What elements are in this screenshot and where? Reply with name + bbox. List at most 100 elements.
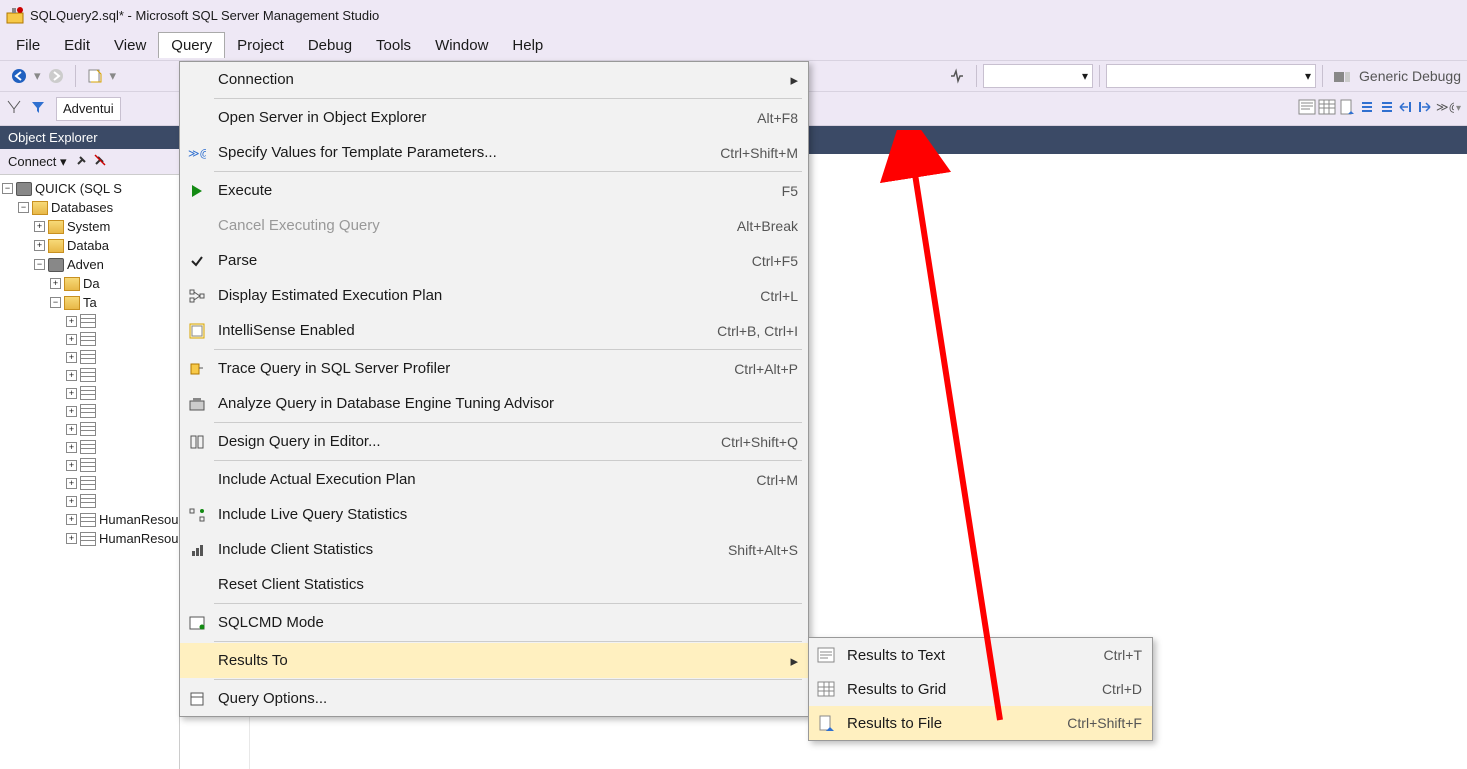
expand-icon[interactable]: + — [50, 278, 61, 289]
menu-item[interactable]: Query Options... — [180, 681, 808, 716]
menu-item-shortcut: Ctrl+Shift+Q — [721, 434, 798, 450]
menu-window[interactable]: Window — [423, 33, 500, 58]
expand-icon[interactable]: − — [34, 259, 45, 270]
expand-icon[interactable]: + — [34, 221, 45, 232]
new-query-button[interactable] — [82, 63, 108, 89]
file-icon — [815, 713, 837, 733]
menu-item[interactable]: Include Client Statistics Shift+Alt+S — [180, 532, 808, 567]
tree-da[interactable]: Da — [83, 276, 100, 291]
blank-icon — [186, 108, 208, 128]
results-file-icon[interactable] — [1338, 99, 1356, 118]
submenu-item[interactable]: Results to File Ctrl+Shift+F — [809, 706, 1152, 740]
connect-plug-icon[interactable] — [75, 153, 89, 170]
menu-debug[interactable]: Debug — [296, 33, 364, 58]
table-icon — [80, 513, 96, 527]
intel-icon — [186, 321, 208, 341]
menu-item[interactable]: Analyze Query in Database Engine Tuning … — [180, 386, 808, 421]
menu-item-label: Cancel Executing Query — [218, 217, 727, 234]
expand-icon[interactable]: + — [66, 370, 77, 381]
tree-server[interactable]: QUICK (SQL S — [35, 181, 122, 196]
specify-params-icon[interactable]: ≫@ — [1436, 99, 1454, 118]
expand-icon[interactable]: + — [66, 406, 77, 417]
expand-icon[interactable]: + — [66, 388, 77, 399]
expand-icon[interactable]: + — [66, 533, 77, 544]
tree-databases[interactable]: Databases — [51, 200, 113, 215]
comment-icon[interactable] — [1360, 99, 1376, 118]
submenu-item-label: Results to Text — [847, 647, 1094, 664]
nav-fwd-button[interactable] — [43, 63, 69, 89]
menu-edit[interactable]: Edit — [52, 33, 102, 58]
menu-item[interactable]: Include Actual Execution Plan Ctrl+M — [180, 462, 808, 497]
menu-item[interactable]: Trace Query in SQL Server Profiler Ctrl+… — [180, 351, 808, 386]
expand-icon[interactable]: − — [18, 202, 29, 213]
database-combo[interactable]: Adventui — [56, 97, 121, 121]
expand-icon[interactable]: + — [66, 424, 77, 435]
menu-item-label: Reset Client Statistics — [218, 576, 788, 593]
design-icon — [186, 432, 208, 452]
tree-system[interactable]: System — [67, 219, 110, 234]
menu-help[interactable]: Help — [500, 33, 555, 58]
menu-item-label: Include Actual Execution Plan — [218, 471, 746, 488]
blank-icon — [186, 216, 208, 236]
menu-item[interactable]: Results To ▸ — [180, 643, 808, 678]
menu-view[interactable]: View — [102, 33, 158, 58]
tree-hr-job[interactable]: HumanResources.JobCandidate — [99, 512, 179, 527]
menu-project[interactable]: Project — [225, 33, 296, 58]
indent-icon[interactable] — [1398, 99, 1414, 118]
results-grid-icon[interactable] — [1318, 99, 1336, 118]
menu-item[interactable]: Design Query in Editor... Ctrl+Shift+Q — [180, 424, 808, 459]
menu-item-label: IntelliSense Enabled — [218, 322, 707, 339]
menu-item[interactable]: Open Server in Object Explorer Alt+F8 — [180, 100, 808, 135]
expand-icon[interactable]: + — [66, 514, 77, 525]
menu-file[interactable]: File — [4, 33, 52, 58]
tree-snapshots[interactable]: Databa — [67, 238, 109, 253]
filter-icon[interactable] — [30, 99, 52, 118]
combo-2[interactable]: ▾ — [1106, 64, 1316, 88]
folder-icon — [48, 239, 64, 253]
expand-icon[interactable]: + — [66, 352, 77, 363]
expand-icon[interactable]: + — [66, 496, 77, 507]
menu-item-shortcut: Ctrl+F5 — [752, 253, 798, 269]
menu-item[interactable]: Display Estimated Execution Plan Ctrl+L — [180, 278, 808, 313]
combo-1[interactable]: ▾ — [983, 64, 1093, 88]
menu-item-shortcut: Ctrl+Shift+M — [720, 145, 798, 161]
text-icon — [815, 645, 837, 665]
menu-item[interactable]: IntelliSense Enabled Ctrl+B, Ctrl+I — [180, 313, 808, 348]
tree-ta[interactable]: Ta — [83, 295, 97, 310]
expand-icon[interactable]: + — [66, 442, 77, 453]
expand-icon[interactable]: + — [66, 478, 77, 489]
outdent-icon[interactable] — [1416, 99, 1432, 118]
results-text-icon[interactable] — [1298, 99, 1316, 118]
activity-button[interactable] — [944, 63, 970, 89]
tree-hr-shift[interactable]: HumanResources.Shift — [99, 531, 179, 546]
menu-item[interactable]: SQLCMD Mode — [180, 605, 808, 640]
drill-icon[interactable] — [6, 99, 28, 118]
expand-icon[interactable]: + — [34, 240, 45, 251]
menu-item[interactable]: ≫@ Specify Values for Template Parameter… — [180, 135, 808, 170]
expand-icon[interactable]: + — [66, 316, 77, 327]
uncomment-icon[interactable] — [1378, 99, 1394, 118]
expand-icon[interactable]: + — [66, 334, 77, 345]
expand-icon[interactable]: − — [2, 183, 13, 194]
submenu-item[interactable]: Results to Grid Ctrl+D — [809, 672, 1152, 706]
expand-icon[interactable]: − — [50, 297, 61, 308]
connect-button[interactable]: Connect ▾ — [8, 154, 67, 170]
expand-icon[interactable]: + — [66, 460, 77, 471]
menu-item[interactable]: Include Live Query Statistics — [180, 497, 808, 532]
submenu-item[interactable]: Results to Text Ctrl+T — [809, 638, 1152, 672]
menu-item-shortcut: Ctrl+Alt+P — [734, 361, 798, 377]
menu-item-shortcut: Alt+F8 — [757, 110, 798, 126]
tree-adventure[interactable]: Adven — [67, 257, 104, 272]
menu-item[interactable]: Parse Ctrl+F5 — [180, 243, 808, 278]
submenu-item-shortcut: Ctrl+T — [1104, 647, 1143, 663]
menu-item[interactable]: Reset Client Statistics — [180, 567, 808, 602]
menu-item[interactable]: Execute F5 — [180, 173, 808, 208]
disconnect-plug-icon[interactable] — [93, 153, 107, 170]
menu-item[interactable]: Cancel Executing Query Alt+Break — [180, 208, 808, 243]
menu-tools[interactable]: Tools — [364, 33, 423, 58]
nav-back-button[interactable] — [6, 63, 32, 89]
submenu-arrow-icon: ▸ — [790, 71, 798, 89]
menu-item[interactable]: Connection ▸ — [180, 62, 808, 97]
menu-item-shortcut: Ctrl+L — [760, 288, 798, 304]
menu-query[interactable]: Query — [158, 32, 225, 58]
